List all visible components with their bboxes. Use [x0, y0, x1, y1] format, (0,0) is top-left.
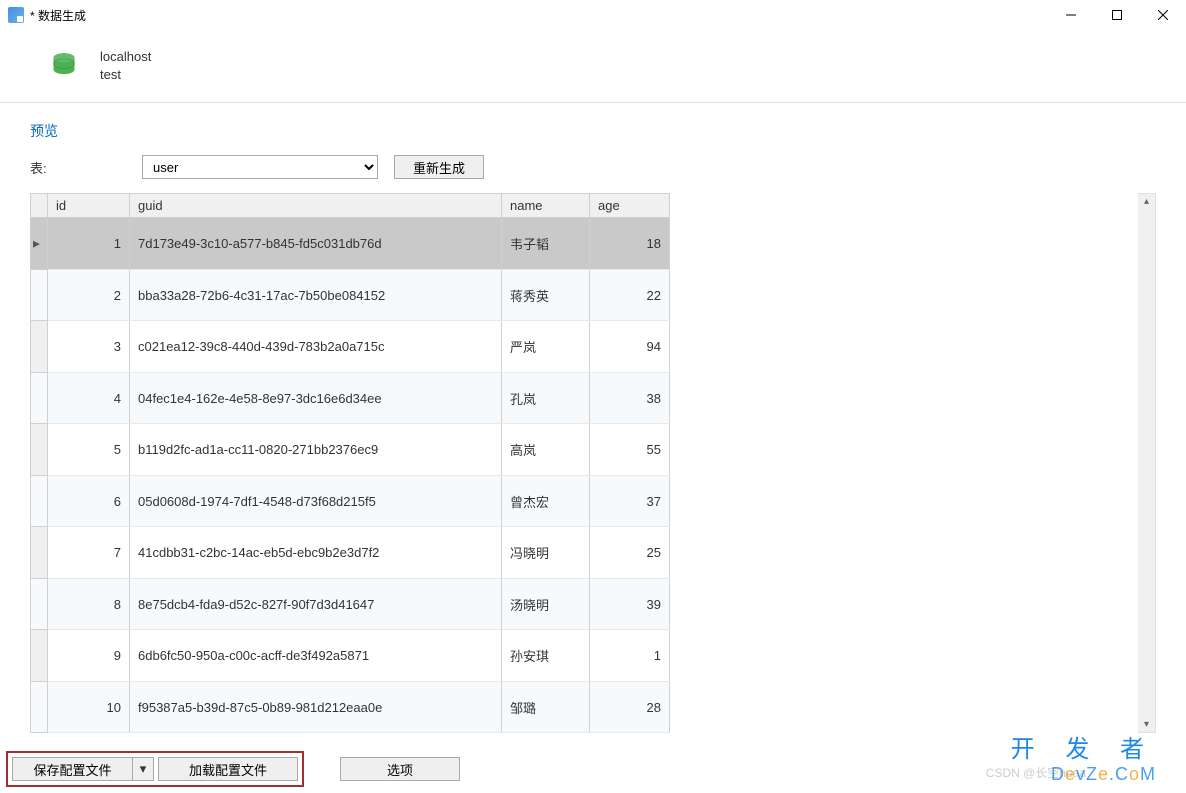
cell-age[interactable]: 37: [590, 475, 670, 527]
close-button[interactable]: [1140, 0, 1186, 30]
table-row[interactable]: 10f95387a5-b39d-87c5-0b89-981d212eaa0e邹璐…: [31, 681, 670, 733]
data-grid[interactable]: id guid name age 17d173e49-3c10-a577-b84…: [30, 193, 670, 733]
cell-guid[interactable]: 8e75dcb4-fda9-d52c-827f-90f7d3d41647: [130, 578, 502, 630]
cell-age[interactable]: 94: [590, 321, 670, 373]
connection-db: test: [100, 66, 151, 84]
preview-tab[interactable]: 预览: [30, 121, 58, 141]
database-icon: [50, 52, 78, 80]
titlebar: * 数据生成: [0, 0, 1186, 30]
row-handle[interactable]: [31, 475, 48, 527]
vertical-scrollbar[interactable]: [1138, 193, 1156, 733]
cell-id[interactable]: 10: [48, 681, 130, 733]
maximize-button[interactable]: [1094, 0, 1140, 30]
col-header-id[interactable]: id: [48, 194, 130, 218]
cell-guid[interactable]: f95387a5-b39d-87c5-0b89-981d212eaa0e: [130, 681, 502, 733]
cell-guid[interactable]: b119d2fc-ad1a-cc11-0820-271bb2376ec9: [130, 424, 502, 476]
app-icon: [8, 7, 24, 23]
cell-name[interactable]: 冯晓明: [502, 527, 590, 579]
row-handle[interactable]: [31, 527, 48, 579]
table-row[interactable]: 3c021ea12-39c8-440d-439d-783b2a0a715c严岚9…: [31, 321, 670, 373]
cell-guid[interactable]: 41cdbb31-c2bc-14ac-eb5d-ebc9b2e3d7f2: [130, 527, 502, 579]
cell-name[interactable]: 曾杰宏: [502, 475, 590, 527]
table-row[interactable]: 741cdbb31-c2bc-14ac-eb5d-ebc9b2e3d7f2冯晓明…: [31, 527, 670, 579]
cell-name[interactable]: 高岚: [502, 424, 590, 476]
cell-id[interactable]: 3: [48, 321, 130, 373]
connection-host: localhost: [100, 48, 151, 66]
table-row[interactable]: 88e75dcb4-fda9-d52c-827f-90f7d3d41647汤晓明…: [31, 578, 670, 630]
row-handle[interactable]: [31, 321, 48, 373]
row-handle[interactable]: [31, 630, 48, 682]
cell-age[interactable]: 28: [590, 681, 670, 733]
cell-name[interactable]: 韦子韬: [502, 218, 590, 270]
table-label: 表:: [30, 158, 142, 177]
csdn-watermark: CSDN @长空nuaa: [986, 764, 1086, 781]
cell-name[interactable]: 汤晓明: [502, 578, 590, 630]
window-controls: [1048, 0, 1186, 30]
cell-id[interactable]: 4: [48, 372, 130, 424]
cell-id[interactable]: 1: [48, 218, 130, 270]
save-config-button[interactable]: 保存配置文件: [12, 757, 132, 781]
cell-guid[interactable]: bba33a28-72b6-4c31-17ac-7b50be084152: [130, 269, 502, 321]
cell-id[interactable]: 5: [48, 424, 130, 476]
regenerate-button[interactable]: 重新生成: [394, 155, 484, 179]
col-header-guid[interactable]: guid: [130, 194, 502, 218]
cell-name[interactable]: 邹璐: [502, 681, 590, 733]
cell-age[interactable]: 1: [590, 630, 670, 682]
cell-guid[interactable]: 04fec1e4-162e-4e58-8e97-3dc16e6d34ee: [130, 372, 502, 424]
cell-age[interactable]: 25: [590, 527, 670, 579]
cell-guid[interactable]: 6db6fc50-950a-c00c-acff-de3f492a5871: [130, 630, 502, 682]
table-row[interactable]: 404fec1e4-162e-4e58-8e97-3dc16e6d34ee孔岚3…: [31, 372, 670, 424]
cell-age[interactable]: 22: [590, 269, 670, 321]
row-handle[interactable]: [31, 218, 48, 270]
cell-guid[interactable]: 05d0608d-1974-7df1-4548-d73f68d215f5: [130, 475, 502, 527]
cell-guid[interactable]: 7d173e49-3c10-a577-b845-fd5c031db76d: [130, 218, 502, 270]
row-handle[interactable]: [31, 372, 48, 424]
row-handle[interactable]: [31, 578, 48, 630]
cell-age[interactable]: 39: [590, 578, 670, 630]
save-config-dropdown[interactable]: ▾: [132, 757, 154, 781]
col-header-name[interactable]: name: [502, 194, 590, 218]
connection-info: localhost test: [0, 30, 1186, 102]
cell-id[interactable]: 2: [48, 269, 130, 321]
table-select[interactable]: user: [142, 155, 378, 179]
cell-id[interactable]: 7: [48, 527, 130, 579]
cell-name[interactable]: 严岚: [502, 321, 590, 373]
window-title: * 数据生成: [30, 7, 1048, 24]
load-config-button[interactable]: 加载配置文件: [158, 757, 298, 781]
table-row[interactable]: 605d0608d-1974-7df1-4548-d73f68d215f5曾杰宏…: [31, 475, 670, 527]
minimize-button[interactable]: [1048, 0, 1094, 30]
options-button[interactable]: 选项: [340, 757, 460, 781]
cell-age[interactable]: 18: [590, 218, 670, 270]
cell-id[interactable]: 6: [48, 475, 130, 527]
table-row[interactable]: 2bba33a28-72b6-4c31-17ac-7b50be084152蒋秀英…: [31, 269, 670, 321]
col-header-age[interactable]: age: [590, 194, 670, 218]
cell-id[interactable]: 8: [48, 578, 130, 630]
cell-age[interactable]: 38: [590, 372, 670, 424]
cell-id[interactable]: 9: [48, 630, 130, 682]
row-handle[interactable]: [31, 269, 48, 321]
table-row[interactable]: 17d173e49-3c10-a577-b845-fd5c031db76d韦子韬…: [31, 218, 670, 270]
table-row[interactable]: 96db6fc50-950a-c00c-acff-de3f492a5871孙安琪…: [31, 630, 670, 682]
cell-guid[interactable]: c021ea12-39c8-440d-439d-783b2a0a715c: [130, 321, 502, 373]
cell-name[interactable]: 孔岚: [502, 372, 590, 424]
row-handle[interactable]: [31, 424, 48, 476]
config-buttons-highlight: 保存配置文件 ▾ 加载配置文件: [6, 751, 304, 787]
cell-age[interactable]: 55: [590, 424, 670, 476]
row-handle[interactable]: [31, 681, 48, 733]
row-header-corner: [31, 194, 48, 218]
table-row[interactable]: 5b119d2fc-ad1a-cc11-0820-271bb2376ec9高岚5…: [31, 424, 670, 476]
cell-name[interactable]: 蒋秀英: [502, 269, 590, 321]
cell-name[interactable]: 孙安琪: [502, 630, 590, 682]
